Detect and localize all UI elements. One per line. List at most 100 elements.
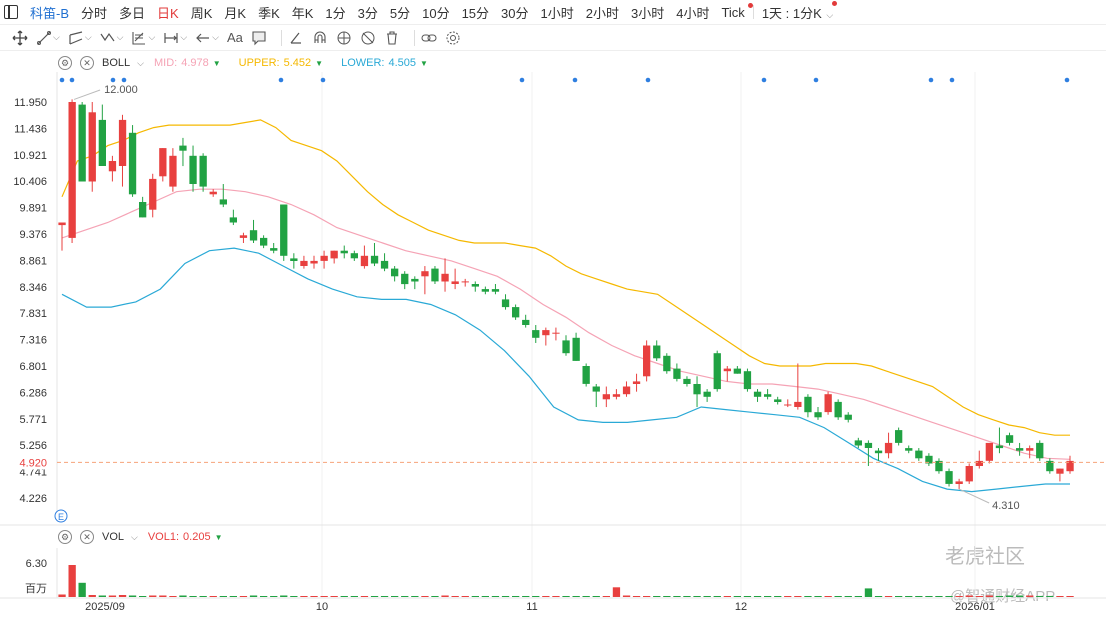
- volume-bar: [380, 596, 389, 597]
- candle-body: [703, 391, 711, 397]
- candle-body: [572, 337, 580, 361]
- volume-bar: [1036, 596, 1044, 597]
- volume-bar: [58, 594, 66, 597]
- volume-bar: [753, 596, 762, 597]
- volume-bar: [814, 596, 822, 597]
- volume-bar: [925, 596, 933, 597]
- y-tick-label: 4.226: [19, 493, 47, 505]
- candle-body: [58, 222, 66, 226]
- candle-body: [955, 481, 963, 484]
- volume-bar: [159, 595, 167, 597]
- volume-bar: [209, 596, 217, 597]
- candle-body: [391, 268, 399, 277]
- candle-body: [764, 394, 772, 397]
- volume-bar: [350, 596, 358, 597]
- volume-bar: [451, 596, 459, 597]
- volume-bar: [915, 596, 923, 597]
- candle-body: [229, 217, 237, 223]
- volume-bar: [1016, 595, 1024, 597]
- y-tick-label: 8.861: [19, 255, 47, 267]
- high-annotation: 12.000: [104, 84, 138, 96]
- low-annotation: 4.310: [992, 500, 1020, 512]
- volume-bar: [128, 595, 137, 597]
- volume-bar: [532, 596, 540, 597]
- candle-body: [622, 386, 631, 395]
- candle-body: [804, 396, 812, 413]
- candle-body: [149, 178, 157, 210]
- candle-body: [552, 332, 560, 334]
- y-tick-label: 10.406: [13, 176, 47, 188]
- candle-body: [431, 268, 439, 282]
- volume-bar: [421, 596, 429, 597]
- candle-body: [451, 281, 459, 284]
- event-dot: [813, 77, 819, 83]
- volume-bar: [179, 595, 187, 597]
- volume-bar: [391, 596, 399, 597]
- candle-body: [340, 250, 348, 254]
- volume-bar: [794, 596, 802, 597]
- volume-bar: [481, 596, 489, 597]
- x-tick-label: 2026/01: [955, 601, 995, 613]
- candle-body: [643, 345, 651, 377]
- volume-bar: [804, 596, 812, 597]
- volume-bar: [844, 596, 852, 597]
- candle-body: [774, 399, 782, 402]
- y-tick-label: 6.286: [19, 387, 47, 399]
- volume-bar: [300, 596, 308, 597]
- volume-bar: [189, 596, 197, 597]
- candle-body: [854, 440, 862, 446]
- candle-body: [1016, 448, 1024, 451]
- candle-body: [723, 368, 731, 372]
- volume-bar: [895, 596, 903, 597]
- candle-body: [179, 145, 187, 151]
- volume-bar: [602, 596, 610, 597]
- volume-bar: [945, 596, 953, 597]
- event-dot: [928, 77, 934, 83]
- candle-body: [975, 460, 983, 466]
- volume-bar: [239, 596, 248, 597]
- volume-bar: [703, 596, 711, 597]
- y-tick-label: 7.831: [19, 308, 47, 320]
- volume-bar: [401, 596, 409, 597]
- boll-upper-line: [61, 119, 1070, 436]
- volume-bar: [249, 595, 258, 597]
- event-dot: [59, 77, 65, 83]
- candle-body: [683, 378, 691, 384]
- volume-bar: [219, 596, 227, 597]
- candle-body: [582, 366, 590, 384]
- candlestick-chart[interactable]: 11.950 11.436 10.921 10.406 9.891 9.376 8.861 8…: [0, 0, 1106, 621]
- candle-body: [128, 132, 137, 195]
- candle-body: [501, 299, 510, 308]
- candle-body: [219, 199, 227, 205]
- volume-bar: [935, 596, 943, 597]
- candle-body: [401, 273, 409, 285]
- x-tick-label: 10: [316, 601, 328, 613]
- volume-bar: [874, 596, 883, 597]
- candle-body: [612, 394, 621, 397]
- vol-y-tick: 6.30: [26, 558, 47, 570]
- candle-body: [794, 401, 802, 407]
- y-tick-label: 5.256: [19, 440, 47, 452]
- y-tick-label: 7.316: [19, 335, 47, 347]
- volume-bar: [683, 596, 691, 597]
- volume-bar: [1056, 596, 1064, 597]
- volume-bar: [280, 595, 288, 597]
- candle-body: [512, 307, 520, 318]
- candle-body: [784, 404, 792, 406]
- candle-body: [209, 191, 217, 195]
- candle-body: [1026, 448, 1034, 451]
- candle-body: [411, 278, 419, 282]
- volume-bar: [411, 596, 419, 597]
- volume-bar: [774, 596, 782, 597]
- candle-body: [481, 289, 489, 292]
- volume-bar: [592, 596, 600, 597]
- candle-body: [88, 112, 96, 182]
- candle-body: [985, 442, 993, 461]
- candle-body: [239, 235, 248, 238]
- candle-body: [733, 368, 741, 374]
- event-dot: [69, 77, 75, 83]
- volume-bar: [290, 596, 298, 597]
- candle-body: [118, 119, 127, 166]
- y-tick-label: 6.801: [19, 361, 47, 373]
- candle-body: [824, 394, 832, 413]
